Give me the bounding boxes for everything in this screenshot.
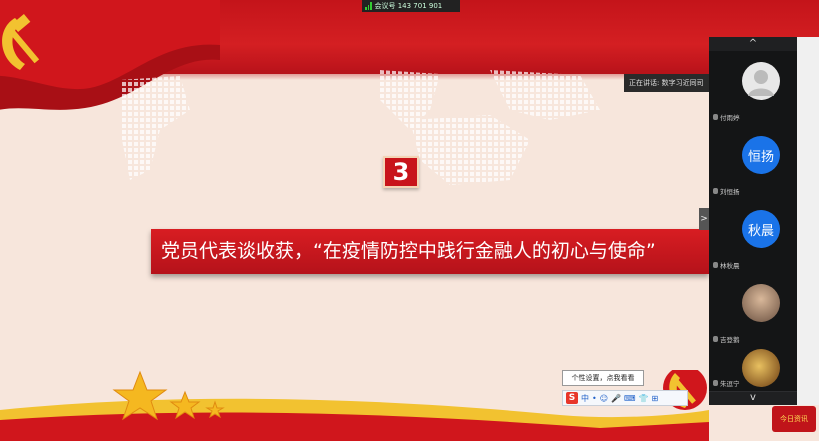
active-speaker-label: 正在讲话: 数字习近同司 <box>624 74 710 92</box>
meeting-id-bar[interactable]: 会议号 143 701 901 <box>362 0 460 12</box>
participant-name: 吉登鹅 <box>720 336 740 344</box>
signal-icon <box>365 2 372 10</box>
sogou-logo-icon[interactable]: S <box>566 392 578 404</box>
participant-tile[interactable]: 恒扬 刘恒扬 <box>709 125 797 200</box>
initials-avatar: 秋晨 <box>742 210 780 248</box>
photo-avatar <box>742 284 780 322</box>
ime-mode-toggle[interactable]: 中 <box>581 393 589 404</box>
mic-icon <box>713 188 718 194</box>
punctuation-icon[interactable]: • <box>592 394 597 403</box>
panel-collapse-button[interactable]: > <box>699 208 709 230</box>
mic-icon <box>713 114 718 120</box>
toolbox-icon[interactable]: ⊞ <box>652 394 659 403</box>
participant-tile[interactable]: 付雨婷 <box>709 51 797 126</box>
voice-icon[interactable]: 🎤 <box>611 394 621 403</box>
participant-panel: ^ 付雨婷 恒扬 刘恒扬 秋晨 林秋晨 吉登鹅 朱逗宁 v <box>709 37 797 405</box>
slide-title-banner: 党员代表谈收获，“在疫情防控中践行金融人的初心与使命” <box>151 229 709 274</box>
section-number-badge: 3 <box>383 156 419 188</box>
participant-tile[interactable]: 吉登鹅 <box>709 273 797 348</box>
bottom-decoration <box>0 370 709 441</box>
keyboard-icon[interactable]: ⌨ <box>624 394 636 403</box>
participant-name: 付雨婷 <box>720 114 740 122</box>
participant-name: 林秋晨 <box>720 262 740 270</box>
participant-tile[interactable]: 秋晨 林秋晨 <box>709 199 797 274</box>
ime-toolbar[interactable]: S 中 • ☺ 🎤 ⌨ 👕 ⊞ <box>562 390 688 406</box>
scroll-up-button[interactable]: ^ <box>709 37 797 51</box>
screen: 会议号 143 701 901 3 党员代表谈收获，“在疫情防控中践行金融人的初… <box>0 0 819 441</box>
tray-news-widget[interactable]: 今日资讯 <box>772 406 816 432</box>
skin-icon[interactable]: 👕 <box>639 394 649 403</box>
window-edge <box>797 37 819 405</box>
meeting-id-text: 会议号 143 701 901 <box>374 2 443 10</box>
initials-avatar: 恒扬 <box>742 136 780 174</box>
default-avatar-icon <box>742 62 780 100</box>
world-map-decoration <box>120 70 600 185</box>
mic-icon <box>713 262 718 268</box>
emoji-icon[interactable]: ☺ <box>600 394 608 403</box>
ime-tooltip: 个性设置，点我看看 <box>562 370 644 386</box>
participant-name: 刘恒扬 <box>720 188 740 196</box>
mic-icon <box>713 336 718 342</box>
